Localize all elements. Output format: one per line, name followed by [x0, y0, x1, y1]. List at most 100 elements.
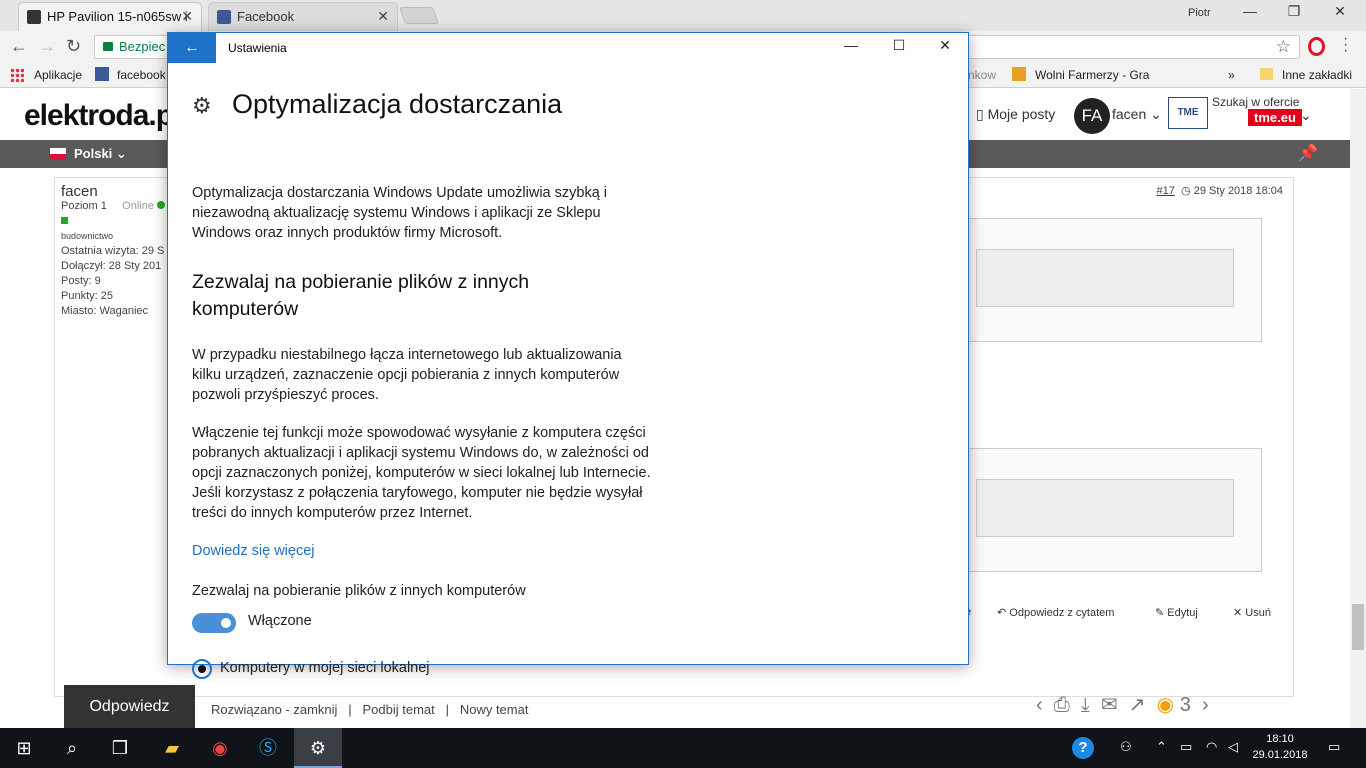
watchers-count: 3	[1179, 694, 1191, 716]
maximize-icon[interactable]: ☐	[876, 37, 922, 54]
prev-icon[interactable]: ‹	[1036, 694, 1043, 716]
bookmark-farmerzy[interactable]: Wolni Farmerzy - Gra	[1035, 68, 1149, 82]
settings-titlebar: ← Ustawienia — ☐ ✕	[168, 33, 968, 63]
show-hidden-icon[interactable]: ⌃	[1156, 739, 1167, 755]
tab-label: HP Pavilion 15-n065sw i	[47, 9, 188, 24]
edit-button[interactable]: ✎ Edytuj	[1155, 606, 1198, 619]
tab-label: Facebook	[237, 9, 295, 24]
description-1: W przypadku niestabilnego łącza internet…	[192, 347, 622, 403]
bookmark-star-icon[interactable]: ☆	[1276, 37, 1291, 57]
farm-bookmark-icon	[1012, 67, 1026, 81]
browser-tabstrip: HP Pavilion 15-n065sw i ✕ Facebook ✕ Pio…	[0, 0, 1366, 31]
delete-button[interactable]: ✕ Usuń	[1233, 606, 1271, 619]
share-icon[interactable]: ↗	[1129, 694, 1146, 716]
search-offer-label: Szukaj w ofercie	[1212, 95, 1300, 109]
page-title: ⚙ Optymalizacja dostarczania	[192, 89, 563, 119]
toggle-state: Włączone	[248, 613, 312, 629]
print-icon[interactable]: ⎙	[1054, 694, 1070, 716]
back-arrow-icon[interactable]: ←	[168, 33, 216, 63]
post-number-link[interactable]: #17	[1157, 185, 1175, 197]
section-heading: Zezwalaj na pobieranie plików z innych k…	[192, 271, 530, 320]
post-meta: #17 ◷ 29 Sty 2018 18:04	[1157, 184, 1283, 197]
tme-badge[interactable]: tme.eu	[1248, 109, 1302, 126]
joined-date: Dołączył: 28 Sty 201	[61, 260, 162, 272]
allow-downloads-toggle[interactable]	[192, 613, 236, 633]
quote-inner	[976, 249, 1234, 307]
minimize-icon[interactable]: —	[1230, 3, 1270, 19]
intro-text: Optymalizacja dostarczania Windows Updat…	[192, 185, 608, 241]
chrome-icon[interactable]: ◉	[196, 728, 244, 768]
bookmark-facebook[interactable]: facebook	[117, 68, 166, 82]
local-network-label[interactable]: Komputery w mojej sieci lokalnej	[220, 660, 430, 676]
bump-topic-link[interactable]: Podbij temat	[363, 702, 435, 717]
close-tab-icon[interactable]: ✕	[377, 3, 389, 30]
help-icon[interactable]: ?	[1072, 737, 1094, 759]
file-explorer-icon[interactable]: ▰	[148, 728, 196, 768]
more-bookmarks-icon[interactable]: »	[1228, 68, 1235, 82]
clock-icon: ◷	[1181, 185, 1191, 197]
close-icon[interactable]: ✕	[922, 37, 968, 54]
quote-inner	[976, 479, 1234, 537]
local-network-radio[interactable]	[192, 659, 212, 679]
my-posts-link[interactable]: ▯ Moje posty	[976, 106, 1055, 123]
pin-icon[interactable]: 📌	[1298, 143, 1318, 163]
tme-logo[interactable]: TME	[1168, 97, 1208, 129]
back-icon[interactable]: ←	[10, 36, 28, 57]
clock[interactable]: 18:10 29.01.2018	[1248, 731, 1312, 763]
poland-flag-icon	[50, 148, 66, 160]
search-icon[interactable]: ⌕	[48, 728, 96, 768]
post-author[interactable]: facen	[61, 184, 165, 199]
reply-quote-button[interactable]: ↶ Odpowiedz z cytatem	[997, 606, 1114, 619]
skype-icon[interactable]: Ⓢ	[244, 728, 292, 768]
windows-start-icon[interactable]: ⊞	[0, 728, 48, 768]
folder-icon	[1260, 68, 1273, 80]
tab-facebook[interactable]: Facebook ✕	[208, 2, 398, 31]
level-badge-icon	[61, 217, 68, 224]
new-tab-button[interactable]	[398, 7, 440, 24]
points: Punkty: 25	[61, 290, 113, 302]
reload-icon[interactable]: ↻	[66, 36, 81, 57]
page-scrollbar[interactable]	[1350, 89, 1366, 728]
username-menu[interactable]: facen ⌄	[1112, 106, 1162, 123]
minimize-icon[interactable]: —	[828, 37, 874, 53]
menu-icon[interactable]: · · ·	[1343, 31, 1348, 59]
bookmark-apps[interactable]: Aplikacje	[34, 68, 82, 82]
restore-icon[interactable]: ❐	[1274, 3, 1314, 20]
next-icon[interactable]: ›	[1202, 694, 1209, 716]
eye-icon[interactable]: ◉	[1157, 694, 1174, 716]
mail-icon[interactable]: ✉	[1101, 694, 1118, 716]
battery-icon[interactable]: ▭	[1180, 739, 1192, 755]
chevron-down-icon[interactable]: ⌄	[1300, 107, 1312, 124]
volume-icon[interactable]: ◁	[1228, 739, 1238, 755]
reply-button[interactable]: Odpowiedz	[64, 685, 195, 728]
scroll-thumb[interactable]	[1352, 604, 1364, 650]
forward-icon[interactable]: →	[38, 36, 56, 57]
city: Miasto: Waganiec	[61, 305, 149, 317]
people-icon[interactable]: ⚇	[1120, 739, 1132, 755]
download-icon[interactable]: ⤓	[1081, 694, 1090, 716]
tab-hp-pavilion[interactable]: HP Pavilion 15-n065sw i ✕	[18, 2, 202, 31]
profile-name[interactable]: Piotr	[1188, 7, 1211, 19]
settings-window: ← Ustawienia — ☐ ✕ ⚙ Optymalizacja dostar…	[167, 32, 969, 679]
solved-close-link[interactable]: Rozwiązano - zamknij	[211, 702, 337, 717]
facebook-bookmark-icon	[95, 67, 109, 81]
taskbar: ⊞ ⌕ ❒ ▰ ◉ Ⓢ ⚙ ? ⚇ ⌃ ▭ ◠ ◁ 18:10 29.01.20…	[0, 728, 1366, 768]
settings-taskbar-icon[interactable]: ⚙	[294, 728, 342, 768]
post-date: 29 Sty 2018 18:04	[1193, 185, 1283, 197]
task-view-icon[interactable]: ❒	[96, 728, 144, 768]
quote-box	[935, 448, 1262, 572]
site-logo[interactable]: elektroda.p	[24, 99, 174, 133]
avatar[interactable]: FA	[1074, 98, 1110, 134]
close-tab-icon[interactable]: ✕	[181, 3, 193, 30]
bookmark-partial[interactable]: nkow	[968, 68, 996, 82]
notifications-icon[interactable]: ▭	[1328, 739, 1340, 755]
learn-more-link[interactable]: Dowiedz się więcej	[192, 543, 315, 559]
bookmark-other[interactable]: Inne zakładki	[1282, 68, 1352, 82]
radio-dot	[198, 665, 206, 673]
close-window-icon[interactable]: ✕	[1320, 3, 1360, 20]
wifi-icon[interactable]: ◠	[1206, 739, 1217, 755]
opera-extension-icon[interactable]	[1308, 37, 1325, 56]
user-level: Poziom 1	[61, 200, 107, 212]
language-select[interactable]: Polski ⌄	[74, 146, 127, 162]
new-topic-link[interactable]: Nowy temat	[460, 702, 529, 717]
